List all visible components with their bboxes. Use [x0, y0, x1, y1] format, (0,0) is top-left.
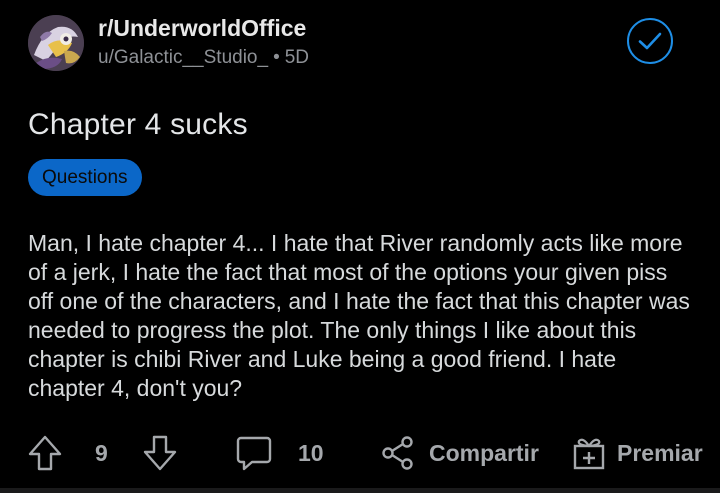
gift-icon [572, 435, 606, 471]
bottom-divider [0, 488, 720, 493]
award-button[interactable]: Premiar [572, 428, 703, 478]
byline: u/Galactic__Studio_ • 5D [98, 45, 309, 71]
post-card: r/UnderworldOffice u/Galactic__Studio_ • 5… [0, 0, 720, 493]
share-button[interactable]: Compartir [381, 428, 539, 478]
share-icon [381, 435, 415, 471]
downvote-button[interactable] [143, 428, 177, 478]
arrow-up-icon [28, 435, 62, 471]
byline-separator: • [273, 47, 280, 68]
subreddit-name[interactable]: r/UnderworldOffice [98, 14, 309, 42]
comment-bubble-icon [236, 435, 272, 471]
comment-count: 10 [298, 439, 324, 466]
comments-button[interactable]: 10 [236, 428, 324, 478]
share-label: Compartir [429, 439, 539, 466]
post-body: Man, I hate chapter 4... I hate that Riv… [28, 230, 690, 401]
post-header: r/UnderworldOffice u/Galactic__Studio_ • 5… [28, 14, 309, 71]
action-bar: 9 10 Compartir Premiar [0, 428, 720, 478]
award-label: Premiar [617, 439, 703, 466]
post-flair[interactable]: Questions [28, 159, 142, 196]
post-meta: r/UnderworldOffice u/Galactic__Studio_ • 5… [98, 14, 309, 71]
check-icon [637, 28, 663, 54]
post-age: 5D [284, 47, 310, 68]
post-title[interactable]: Chapter 4 sucks [28, 106, 248, 144]
subreddit-avatar[interactable] [28, 14, 84, 71]
arrow-down-icon [143, 435, 177, 471]
upvote-button[interactable] [28, 428, 62, 478]
joined-button[interactable] [627, 18, 673, 64]
vote-count-label: 9 [95, 439, 108, 466]
author-name[interactable]: u/Galactic__Studio_ [98, 47, 268, 68]
vote-count: 9 [95, 428, 108, 478]
